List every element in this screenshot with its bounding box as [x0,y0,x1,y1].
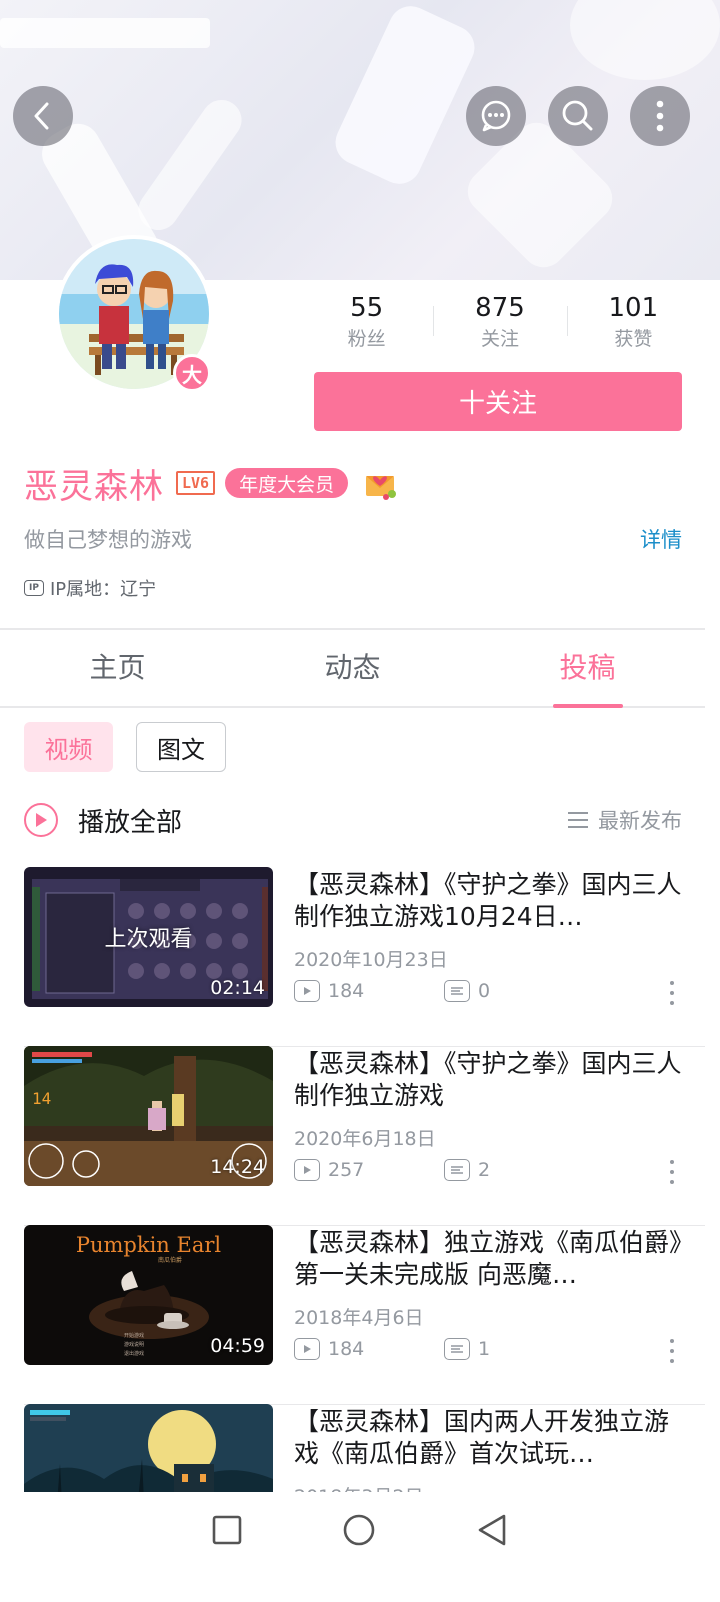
filter-article[interactable]: 图文 [136,722,226,772]
more-vertical-icon[interactable] [669,1339,675,1363]
message-icon [481,100,511,132]
video-thumbnail[interactable] [24,1404,273,1492]
comment-count: 2 [478,1159,491,1181]
more-vertical-icon [656,100,664,132]
recent-apps-icon[interactable] [212,1515,242,1545]
username: 恶灵森林 [24,466,164,507]
comment-count: 0 [478,980,491,1002]
stat-label: 粉丝 [347,328,386,350]
video-thumbnail[interactable]: 14 14:24 [24,1046,273,1186]
video-thumbnail[interactable]: 开始游戏 游戏说明 退出游戏 南瓜伯爵 Pumpkin Earl 04:59 [24,1225,273,1365]
filter-video[interactable]: 视频 [24,722,113,772]
back-arrow-icon [34,102,49,130]
search-button[interactable] [548,86,608,146]
play-count-icon [294,980,320,1002]
video-meta: 257 2 [294,1157,694,1183]
stat-value: 55 [350,293,384,323]
video-meta: 184 1 [294,1336,694,1362]
video-date: 2018年4月6日 [294,1307,424,1329]
play-count-icon [294,1338,320,1360]
back-icon[interactable] [476,1513,508,1547]
signature: 做自己梦想的游戏 [24,528,192,552]
message-button[interactable] [466,86,526,146]
video-date: 2020年10月23日 [294,949,448,971]
sort-button[interactable]: 最新发布 [568,800,682,840]
video-title[interactable]: 【恶灵森林】《守护之拳》国内三人制作独立游戏 [294,1048,684,1112]
last-watched-label: 上次观看 [104,927,193,952]
search-icon [562,100,593,131]
tab-dynamics[interactable]: 动态 [235,630,470,706]
video-item[interactable]: 【恶灵森林】国内两人开发独立游戏《南瓜伯爵》首次试玩… 2018年3月2日 [24,1404,705,1492]
video-duration: 14:24 [210,1156,265,1178]
comment-count-icon [444,1159,470,1181]
video-meta: 184 0 [294,978,694,1004]
play-all-button[interactable]: 播放全部 [24,800,182,840]
video-thumbnail[interactable]: 上次观看 02:14 [24,867,273,1007]
detail-link[interactable]: 详情 [640,524,682,554]
comment-count-icon [444,1338,470,1360]
svg-text:开始游戏: 开始游戏 [124,1332,144,1339]
video-title[interactable]: 【恶灵森林】国内两人开发独立游戏《南瓜伯爵》首次试玩… [294,1406,684,1470]
stat-fans[interactable]: 55 粉丝 [300,292,433,356]
tab-home[interactable]: 主页 [0,630,235,706]
back-button[interactable] [13,86,73,146]
comment-count: 1 [478,1338,491,1360]
play-count-icon [294,1159,320,1181]
video-title[interactable]: 【恶灵森林】《守护之拳》国内三人制作独立游戏10月24日… [294,869,684,933]
svg-text:退出游戏: 退出游戏 [124,1350,144,1357]
video-date: 2018年3月2日 [294,1482,424,1492]
profile-banner [0,0,720,280]
svg-text:14: 14 [32,1089,51,1108]
play-circle-icon [24,803,58,837]
avatar-badge: 大 [173,354,211,392]
vip-badge[interactable]: 年度大会员 [225,468,349,498]
video-title[interactable]: 【恶灵森林】独立游戏《南瓜伯爵》第一关未完成版 向恶魔… [294,1227,684,1291]
gift-envelope-icon [366,476,397,500]
stat-likes[interactable]: 101 获赞 [566,292,700,356]
thumbnail-title: Pumpkin Earl [75,1233,222,1257]
video-duration: 02:14 [210,977,265,999]
video-date: 2020年6月18日 [294,1128,436,1150]
video-item[interactable]: 开始游戏 游戏说明 退出游戏 南瓜伯爵 Pumpkin Earl 04:59 【… [24,1225,705,1405]
profile-tabs: 主页 动态 投稿 [0,630,705,708]
system-nav-bar [0,1492,720,1602]
sort-label: 最新发布 [598,809,682,833]
view-count: 184 [328,1338,365,1360]
stat-following[interactable]: 875 关注 [433,292,566,356]
sort-list-icon [568,812,588,828]
video-item[interactable]: 上次观看 02:14 【恶灵森林】《守护之拳》国内三人制作独立游戏10月24日…… [24,867,705,1047]
video-duration: 04:59 [210,1335,265,1357]
stat-value: 101 [608,293,659,323]
ip-location: IP IP属地：辽宁 [24,575,156,601]
svg-text:游戏说明: 游戏说明 [124,1341,144,1348]
stat-label: 关注 [480,328,519,350]
play-all-label: 播放全部 [78,807,183,838]
more-vertical-icon[interactable] [669,981,675,1005]
ip-icon: IP [24,580,44,596]
more-vertical-icon[interactable] [669,1160,675,1184]
video-item[interactable]: 14 14:24 【恶灵森林】《守护之拳》国内三人制作独立游戏 2020年6月1… [24,1046,705,1226]
view-count: 184 [328,980,365,1002]
tab-submissions[interactable]: 投稿 [470,630,705,708]
view-count: 257 [328,1159,365,1181]
level-badge: LV6 [176,471,216,495]
follow-button[interactable]: 十关注 [314,372,682,431]
username-row: 恶灵森林 LV6 年度大会员 [24,458,400,508]
stat-value: 875 [475,293,525,323]
ip-label: IP属地：辽宁 [50,579,157,600]
comment-count-icon [444,980,470,1002]
more-button[interactable] [630,86,690,146]
profile-stats: 55 粉丝 875 关注 101 获赞 [300,292,700,356]
home-icon[interactable] [342,1513,376,1547]
stat-label: 获赞 [614,328,653,350]
svg-text:南瓜伯爵: 南瓜伯爵 [158,1256,182,1264]
